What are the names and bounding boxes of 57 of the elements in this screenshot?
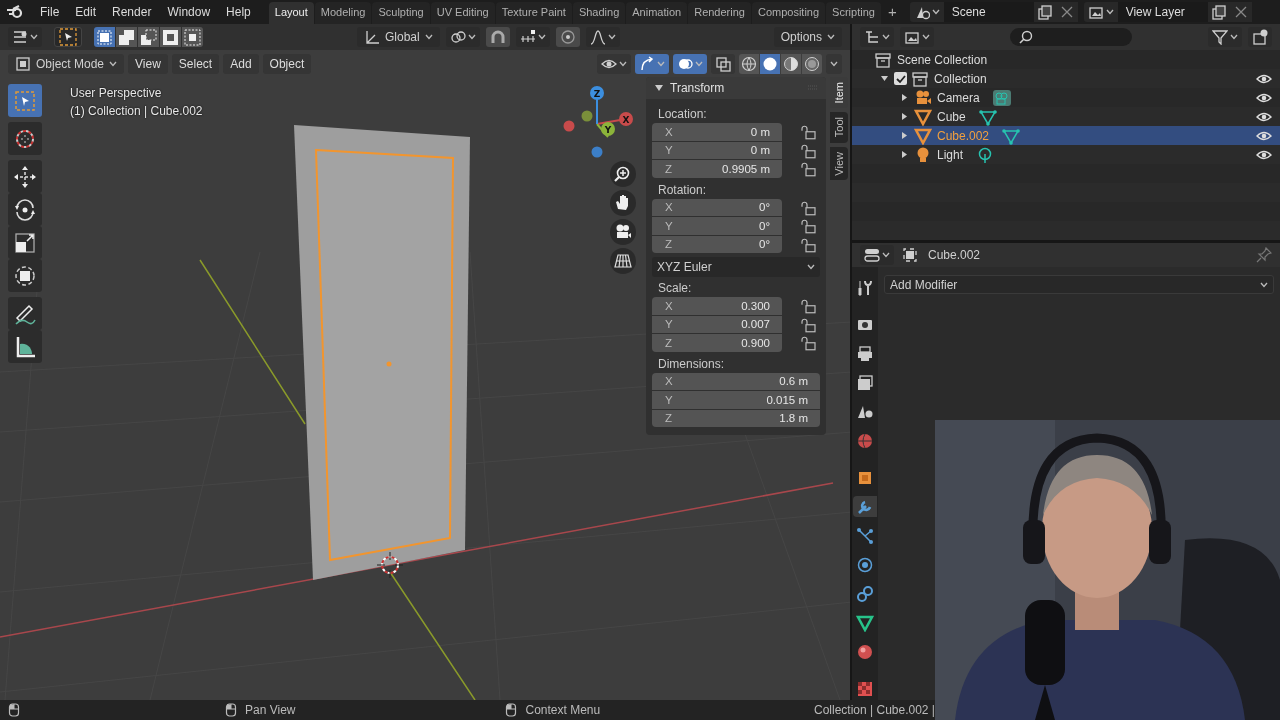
number-field[interactable]: Z 0.9905 m: [652, 160, 782, 178]
workspace-tab[interactable]: Animation: [626, 2, 688, 24]
status-info: Collection | Cube.002 |: [814, 703, 935, 717]
number-field[interactable]: Y 0 m: [652, 141, 782, 159]
menu-item[interactable]: Render: [104, 2, 160, 22]
navigation-gizmo[interactable]: X Y Z: [563, 86, 633, 158]
item-label: Collection: [934, 71, 987, 86]
section-label: Dimensions:: [657, 355, 726, 373]
item-label: Camera: [937, 90, 980, 105]
item-label: Cube.002: [937, 128, 990, 143]
menu-item[interactable]: Add: [223, 53, 259, 74]
number-field[interactable]: Z 1.8 m: [652, 409, 820, 427]
workspace-tab[interactable]: Modeling: [314, 2, 372, 24]
outliner-row[interactable]: Cube.002: [852, 126, 1280, 145]
viewport-info-text: User Perspective: [70, 85, 163, 102]
item-label: Scene Collection: [897, 52, 988, 67]
section-label: Scale:: [657, 280, 693, 297]
mode-dropdown[interactable]: Object Mode: [8, 53, 125, 74]
add-modifier-dropdown[interactable]: Add Modifier: [884, 275, 1274, 294]
number-field[interactable]: X 0.300: [652, 297, 782, 315]
section-label: Location:: [657, 106, 708, 123]
object-name: Cube.002: [928, 248, 981, 262]
rotation-mode-dropdown[interactable]: XYZ Euler: [652, 257, 820, 277]
number-field[interactable]: Y 0.007: [652, 315, 782, 333]
menu-item[interactable]: File: [32, 2, 68, 22]
number-field[interactable]: Z 0.900: [652, 334, 782, 352]
item-label: Light: [937, 147, 964, 162]
sidebar-tab[interactable]: View: [830, 146, 848, 181]
status-hint: Pan View: [245, 703, 296, 717]
number-field[interactable]: Z 0°: [652, 235, 782, 253]
workspace-tab[interactable]: Compositing: [751, 2, 826, 24]
menu-item[interactable]: Object: [262, 53, 312, 74]
number-field[interactable]: X 0 m: [652, 123, 782, 141]
workspace-tab[interactable]: Texture Paint: [495, 2, 572, 24]
menu-item[interactable]: Window: [159, 2, 219, 22]
item-label: Cube: [937, 109, 966, 124]
add-workspace-button[interactable]: +: [881, 2, 903, 24]
orientation-dropdown[interactable]: Global: [357, 27, 440, 47]
number-field[interactable]: X 0.6 m: [652, 372, 820, 390]
status-hint: Context Menu: [525, 703, 601, 717]
menu-item[interactable]: View: [128, 53, 168, 74]
number-field[interactable]: X 0°: [652, 198, 782, 216]
number-field[interactable]: Y 0°: [652, 217, 782, 235]
viewport-info-text: (1) Collection | Cube.002: [70, 103, 203, 120]
workspace-tab[interactable]: Layout: [268, 2, 314, 24]
sidebar-tab[interactable]: Tool: [830, 112, 848, 143]
workspace-tab[interactable]: Rendering: [688, 2, 751, 24]
menu-item[interactable]: Select: [171, 53, 220, 74]
number-field[interactable]: Y 0.015 m: [652, 391, 820, 409]
options-dropdown[interactable]: Options: [773, 27, 842, 47]
workspace-tab[interactable]: Scripting: [826, 2, 881, 24]
workspace-tab[interactable]: UV Editing: [430, 2, 495, 24]
menu-item[interactable]: Help: [218, 2, 259, 22]
menu-item[interactable]: Edit: [67, 2, 105, 22]
workspace-tab[interactable]: Sculpting: [372, 2, 430, 24]
section-label: Rotation:: [657, 181, 708, 199]
workspace-tab[interactable]: Shading: [572, 2, 626, 24]
